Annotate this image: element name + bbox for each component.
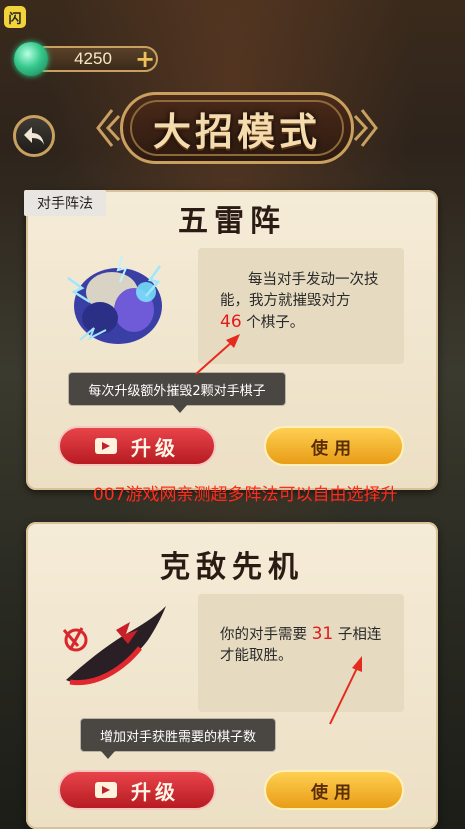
app-badge-icon: 闪 <box>4 6 26 28</box>
upgrade-button[interactable]: 升级 <box>58 426 216 466</box>
back-button[interactable] <box>13 115 55 157</box>
card-title: 克敌先机 <box>160 550 304 585</box>
use-label: 使用 <box>311 438 357 459</box>
thunder-beast-art <box>67 255 162 344</box>
tab-opponent-formation[interactable]: 对手阵法 <box>24 190 106 216</box>
right-ornament-icon <box>354 109 378 147</box>
dragon-blade-art <box>62 606 166 686</box>
required-count: 31 <box>311 624 334 644</box>
use-label: 使用 <box>311 782 357 803</box>
watermark-caption: 007游戏网亲测超多阵法可以自由选择升 <box>93 485 398 505</box>
page-title: 大招模式 <box>152 108 321 154</box>
tooltip-tail <box>173 405 187 413</box>
skill-description: 你的对手需要 31 子相连才能取胜。 <box>198 594 404 712</box>
title-plaque: 大招模式 <box>92 92 382 164</box>
upgrade-label: 升级 <box>131 779 179 804</box>
tooltip-text: 增加对手获胜需要的棋子数 <box>99 729 256 745</box>
desc-text-before: 每当对手发动一次技能，我方就摧毁对方 <box>220 272 379 309</box>
desc-text-after: 个棋子。 <box>246 315 305 331</box>
jade-currency-icon <box>14 42 48 76</box>
upgrade-tooltip: 增加对手获胜需要的棋子数 <box>80 718 276 759</box>
video-icon <box>95 782 117 798</box>
upgrade-label: 升级 <box>131 435 179 460</box>
upgrade-tooltip: 每次升级额外摧毁2颗对手棋子 <box>68 372 286 413</box>
desc-text-before: 你的对手需要 <box>220 627 307 643</box>
currency-amount: 4250 <box>74 49 112 68</box>
currency-bar: 4250 + <box>14 42 162 76</box>
upgrade-button[interactable]: 升级 <box>58 770 216 810</box>
back-arrow-icon <box>24 127 44 145</box>
use-button[interactable]: 使用 <box>264 426 404 466</box>
left-ornament-icon <box>96 109 120 147</box>
video-icon <box>95 438 117 454</box>
use-button[interactable]: 使用 <box>264 770 404 810</box>
annotation-arrow-2 <box>329 656 362 725</box>
annotation-arrow-1 <box>195 334 240 375</box>
tooltip-tail <box>101 751 115 759</box>
tooltip-text: 每次升级额外摧毁2颗对手棋子 <box>88 383 266 399</box>
add-currency-button[interactable]: + <box>134 47 156 71</box>
formation-card-kediixianji: 克敌先机 你的对手需要 31 子相连才能取胜。 增加对手获胜需要的棋子数 升级 … <box>26 522 438 829</box>
